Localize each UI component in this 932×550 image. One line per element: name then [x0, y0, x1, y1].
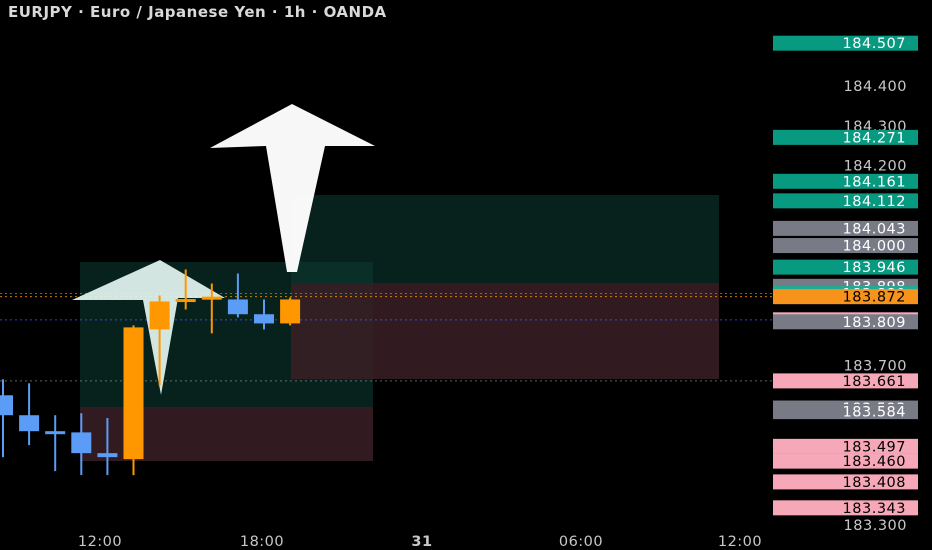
price-badge-label: 183.809: [843, 315, 906, 331]
price-badge: 183.661: [773, 373, 918, 390]
candle-body: [280, 299, 301, 324]
time-axis-label: 12:00: [78, 534, 122, 550]
price-badge: 183.343: [773, 500, 918, 517]
price-axis-label: 184.400: [844, 79, 907, 95]
price-axis-label: 183.700: [844, 358, 907, 374]
candle-body: [71, 432, 92, 454]
price-badge-label: 183.343: [843, 501, 906, 517]
time-axis-label: 12:00: [718, 534, 762, 550]
price-chart[interactable]: 184.400184.300184.200183.700183.300 184.…: [0, 0, 932, 550]
candle-body: [19, 415, 40, 432]
price-badge: 183.872: [773, 289, 918, 306]
candle-body: [97, 453, 118, 458]
candle-body: [201, 296, 222, 300]
price-badge: 184.112: [773, 193, 918, 210]
price-badge: 183.408: [773, 474, 918, 491]
candle-body: [45, 431, 66, 435]
price-badge-label: 183.946: [843, 260, 906, 276]
price-badge-label: 183.408: [843, 475, 906, 491]
price-badge: 183.946: [773, 259, 918, 276]
price-badges: 184.507 184.271 184.161 184.112 184.043 184.0…: [773, 35, 918, 517]
price-badge: 183.809: [773, 314, 918, 331]
time-axis: 12:00 18:00 31 06:00 12:00: [78, 534, 762, 550]
time-axis-label: 18:00: [240, 534, 284, 550]
price-badge: 184.271: [773, 129, 918, 146]
price-badge-label: 184.507: [843, 36, 906, 52]
price-badge: 184.000: [773, 238, 918, 255]
time-axis-label: 31: [411, 534, 432, 550]
candle-body: [254, 314, 274, 324]
candle-body: [123, 327, 144, 460]
price-badge-label: 183.661: [843, 374, 906, 390]
long-position-target-zone-2: [291, 195, 719, 283]
price-badge: 183.460: [773, 453, 918, 470]
position-zones: [80, 195, 719, 461]
price-badge-label: 183.584: [843, 405, 906, 421]
price-badge-label: 183.497: [843, 439, 906, 455]
price-badge-label: 183.460: [843, 454, 906, 470]
candle-body: [0, 395, 13, 416]
price-badge: 184.161: [773, 173, 918, 190]
price-badge-label: 183.872: [843, 290, 906, 306]
candle-body: [149, 301, 170, 330]
price-badge-label: 184.112: [843, 194, 906, 210]
price-badge: 184.507: [773, 35, 918, 52]
price-axis-label: 183.300: [844, 518, 907, 534]
price-axis-label: 184.200: [844, 159, 907, 175]
price-badge: 183.497: [773, 438, 918, 455]
time-axis-label: 06:00: [559, 534, 603, 550]
price-badge: 183.584: [773, 404, 918, 421]
price-badge-label: 184.000: [843, 239, 906, 255]
candle-body: [175, 299, 196, 303]
long-position-stop-zone-2: [291, 283, 719, 379]
price-badge-label: 184.043: [843, 221, 906, 237]
price-badge-label: 184.161: [843, 174, 906, 190]
price-badge-label: 184.271: [843, 130, 906, 146]
candle-body: [227, 299, 248, 315]
price-badge: 184.043: [773, 220, 918, 237]
